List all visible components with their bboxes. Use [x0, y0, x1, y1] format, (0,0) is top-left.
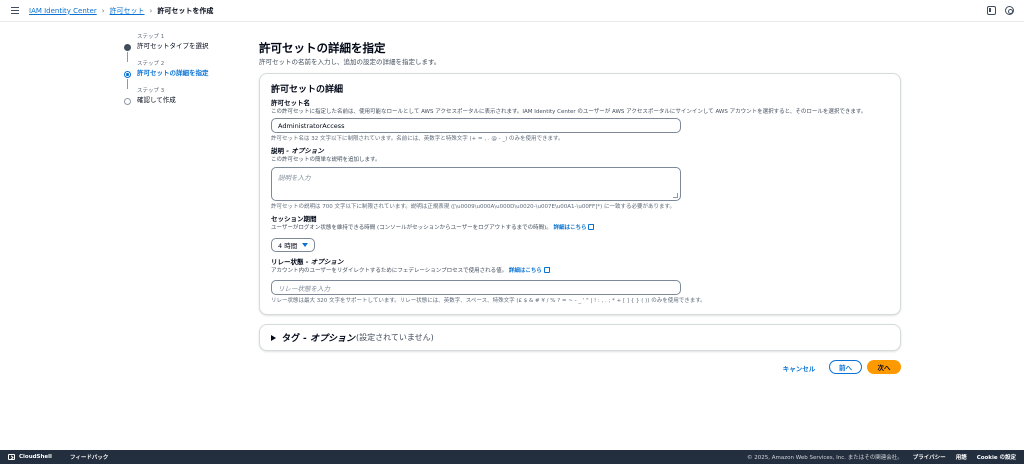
relay-hint-row: アカウント内のユーザーをリダイレクトするためにフェデレーションプロセスで使用され… — [271, 267, 550, 275]
page-description: 許可セットの名前を入力し、追加の設定の詳細を指定します。 — [259, 58, 441, 66]
wizard-steps: ステップ 1 許可セットタイプを選択 ステップ 2 許可セットの詳細を指定 ステ… — [124, 33, 244, 114]
breadcrumb-identity-center[interactable]: IAM Identity Center — [29, 7, 97, 15]
step-1-number: ステップ 1 — [137, 34, 165, 40]
step-pending-icon — [124, 98, 131, 105]
cookie-settings-link[interactable]: Cookie の設定 — [977, 453, 1016, 461]
side-panel-icon[interactable] — [987, 6, 996, 15]
menu-icon[interactable] — [11, 7, 19, 14]
top-icons — [987, 6, 1014, 15]
session-label: セッション期間 — [271, 215, 317, 223]
description-placeholder: 説明を入力 — [278, 174, 311, 182]
session-hint: ユーザーがログオン状態を維持できる時間 (コンソールがセッションからユーザーをロ… — [271, 225, 552, 231]
session-duration-select[interactable]: 4 時間 — [271, 238, 315, 252]
terms-link[interactable]: 用語 — [956, 453, 967, 461]
step-2-title: 許可セットの詳細を指定 — [137, 69, 209, 77]
settings-icon[interactable] — [1005, 6, 1014, 15]
step-3: ステップ 3 確認して作成 — [124, 87, 244, 114]
footer: CloudShell フィードバック © 2025, Amazon Web Se… — [0, 450, 1024, 464]
cancel-button[interactable]: キャンセル — [780, 361, 818, 374]
footer-right: © 2025, Amazon Web Services, Inc. またはその関… — [747, 453, 1016, 461]
tags-optional-text: - オプション — [300, 334, 356, 344]
relay-label: リレー状態 - オプション — [271, 258, 550, 267]
name-hint: この許可セットに指定した名前は、使用可能なロールとして AWS アクセスポータル… — [271, 109, 867, 115]
relay-optional-text: - オプション — [303, 258, 344, 266]
relay-label-text: リレー状態 — [271, 258, 304, 266]
step-complete-icon — [124, 44, 131, 51]
top-navigation-bar: IAM Identity Center › 許可セット › 許可セットを作成 — [0, 0, 1024, 22]
description-constraint: 許可セットの説明は 700 文字以下に制限されています。説明は正規表現 ([\u… — [271, 204, 675, 210]
tags-subtitle: (設定されていません) — [356, 333, 434, 342]
name-field-header: 許可セット名 この許可セットに指定した名前は、使用可能なロールとして AWS ア… — [271, 99, 866, 116]
cloudshell-link[interactable]: CloudShell — [19, 454, 52, 460]
step-3-number: ステップ 3 — [137, 88, 165, 94]
card-title: 許可セットの詳細 — [271, 85, 344, 95]
privacy-link[interactable]: プライバシー — [913, 453, 946, 461]
copyright-text: © 2025, Amazon Web Services, Inc. またはその関… — [747, 455, 903, 461]
previous-button[interactable]: 前へ — [829, 360, 862, 374]
step-1[interactable]: ステップ 1 許可セットタイプを選択 — [124, 33, 244, 62]
permission-set-details-card: 許可セットの詳細 許可セット名 この許可セットに指定した名前は、使用可能なロール… — [259, 73, 901, 315]
caret-down-icon — [302, 243, 308, 247]
relay-state-input[interactable]: リレー状態を入力 — [271, 280, 681, 295]
chevron-right-icon: › — [149, 6, 153, 15]
permission-set-name-input[interactable]: AdministratorAccess — [271, 118, 681, 133]
name-constraint: 許可セット名は 32 文字以下に制限されています。名前には、英数字と特殊文字 (… — [271, 136, 564, 142]
breadcrumb-permission-sets[interactable]: 許可セット — [110, 6, 145, 16]
relay-learn-more-link[interactable]: 詳細はこちら — [509, 268, 542, 274]
tags-title: タグ - オプション — [282, 331, 355, 344]
relay-constraint: リレー状態は最大 320 文字をサポートしています。リレー状態には、英数字、スペ… — [271, 298, 706, 304]
relay-field-header: リレー状態 - オプション アカウント内のユーザーをリダイレクトするためにフェデ… — [271, 258, 550, 275]
step-3-title: 確認して作成 — [137, 96, 176, 104]
description-label: 説明 - オプション — [271, 147, 380, 156]
step-2-number: ステップ 2 — [137, 61, 165, 67]
external-link-icon — [543, 267, 550, 273]
step-current-icon — [124, 71, 131, 78]
description-textarea[interactable]: 説明を入力 — [271, 167, 681, 201]
name-label: 許可セット名 — [271, 99, 310, 107]
description-field-header: 説明 - オプション この許可セットの簡単な説明を追加します。 — [271, 147, 380, 164]
description-hint: この許可セットの簡単な説明を追加します。 — [271, 157, 381, 163]
page-title: 許可セットの詳細を指定 — [259, 41, 386, 55]
description-label-text: 説明 — [271, 147, 284, 155]
cloudshell-icon[interactable] — [8, 454, 15, 460]
description-optional-text: - オプション — [284, 147, 324, 155]
feedback-link[interactable]: フィードバック — [70, 453, 108, 461]
chevron-right-icon: › — [101, 6, 105, 15]
step-2: ステップ 2 許可セットの詳細を指定 — [124, 60, 244, 89]
session-field-header: セッション期間 ユーザーがログオン状態を維持できる時間 (コンソールがセッション… — [271, 215, 595, 232]
relay-hint: アカウント内のユーザーをリダイレクトするためにフェデレーションプロセスで使用され… — [271, 268, 508, 274]
step-1-title: 許可セットタイプを選択 — [137, 42, 209, 50]
next-button[interactable]: 次へ — [867, 360, 901, 374]
resize-handle-icon[interactable] — [673, 193, 678, 198]
caret-right-icon — [271, 334, 276, 341]
breadcrumb: IAM Identity Center › 許可セット › 許可セットを作成 — [29, 6, 213, 16]
tags-title-text: タグ — [282, 334, 301, 344]
session-hint-row: ユーザーがログオン状態を維持できる時間 (コンソールがセッションからユーザーをロ… — [271, 224, 595, 232]
external-link-icon — [588, 224, 595, 230]
breadcrumb-current: 許可セットを作成 — [157, 6, 214, 15]
tags-expandable-section[interactable]: タグ - オプション (設定されていません) — [259, 324, 901, 351]
session-duration-value: 4 時間 — [278, 242, 298, 250]
session-learn-more-link[interactable]: 詳細はこちら — [553, 225, 586, 231]
